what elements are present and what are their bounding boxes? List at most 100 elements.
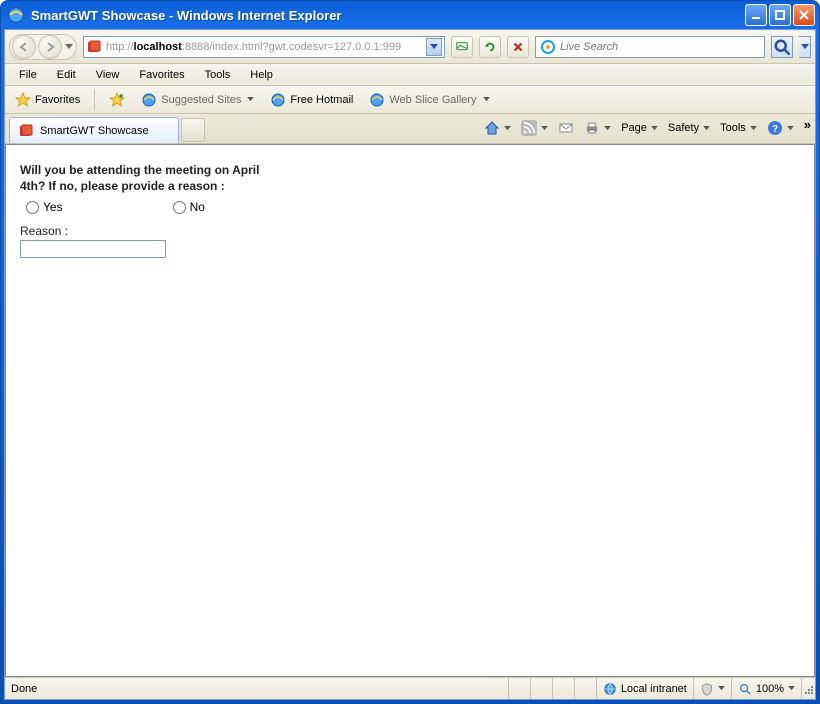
titlebar: SmartGWT Showcase - Windows Internet Exp… (1, 1, 819, 29)
site-favicon-icon (86, 39, 102, 55)
star-plus-icon (109, 92, 125, 108)
radio-yes[interactable]: Yes (26, 200, 63, 214)
shield-icon (700, 682, 714, 696)
favorites-button[interactable]: Favorites (9, 90, 86, 110)
menu-bar: File Edit View Favorites Tools Help (5, 64, 815, 86)
menu-help[interactable]: Help (240, 67, 283, 83)
tab-favicon-icon (18, 123, 34, 139)
safety-menu[interactable]: Safety (664, 120, 714, 136)
help-icon: ? (767, 120, 783, 136)
chevron-down-icon (504, 126, 511, 131)
zoom-value: 100% (756, 683, 784, 695)
close-button[interactable] (793, 4, 815, 26)
ie-page-icon (141, 92, 157, 108)
search-dropdown[interactable] (799, 36, 811, 58)
page-menu-label: Page (621, 122, 647, 134)
home-button[interactable] (480, 118, 515, 138)
status-bar: Done Local intranet 100% (5, 677, 815, 699)
radio-no[interactable]: No (173, 200, 205, 214)
address-bar[interactable]: http://localhost:8888/index.html?gwt.cod… (83, 36, 445, 58)
address-url: http://localhost:8888/index.html?gwt.cod… (106, 41, 424, 53)
menu-favorites[interactable]: Favorites (129, 67, 194, 83)
read-mail-button[interactable] (554, 118, 578, 138)
browser-window: SmartGWT Showcase - Windows Internet Exp… (0, 0, 820, 704)
chevron-down-icon (703, 126, 710, 131)
minimize-button[interactable] (745, 4, 767, 26)
web-slice-link[interactable]: Web Slice Gallery (363, 90, 495, 110)
chevron-down-icon (604, 126, 611, 131)
forward-button[interactable] (38, 35, 62, 59)
tools-menu[interactable]: Tools (716, 120, 761, 136)
page-menu[interactable]: Page (617, 120, 662, 136)
search-placeholder: Live Search (560, 41, 618, 53)
bing-icon (540, 39, 556, 55)
reason-input[interactable] (20, 240, 166, 258)
suggested-sites-label: Suggested Sites (161, 94, 241, 106)
security-zone[interactable]: Local intranet (596, 678, 693, 699)
form-question: Will you be attending the meeting on Apr… (20, 163, 270, 194)
search-box[interactable]: Live Search (535, 36, 765, 58)
search-go-button[interactable] (771, 36, 793, 58)
svg-text:?: ? (772, 124, 778, 135)
compat-view-button[interactable] (451, 36, 473, 58)
home-icon (484, 120, 500, 136)
page-content: Will you be attending the meeting on Apr… (5, 144, 815, 677)
command-overflow-button[interactable]: » (804, 115, 811, 132)
chevron-down-icon (541, 126, 548, 131)
chevron-down-icon (750, 126, 757, 131)
maximize-button[interactable] (769, 4, 791, 26)
print-icon (584, 120, 600, 136)
rss-icon (521, 120, 537, 136)
menu-tools[interactable]: Tools (195, 67, 241, 83)
radio-yes-label: Yes (43, 200, 63, 214)
ie-page-icon (369, 92, 385, 108)
safety-menu-label: Safety (668, 122, 699, 134)
window-title: SmartGWT Showcase - Windows Internet Exp… (31, 8, 745, 23)
free-hotmail-link[interactable]: Free Hotmail (264, 90, 359, 110)
menu-edit[interactable]: Edit (47, 67, 86, 83)
status-text: Done (5, 683, 508, 695)
chevron-down-icon (718, 686, 725, 691)
reason-label: Reason : (20, 224, 800, 238)
menu-view[interactable]: View (86, 67, 130, 83)
nav-arrows (9, 34, 77, 60)
radio-no-input[interactable] (173, 201, 186, 214)
radio-no-label: No (190, 200, 205, 214)
separator (94, 90, 95, 110)
ie-page-icon (270, 92, 286, 108)
add-favorite-button[interactable] (103, 90, 131, 110)
resize-grip[interactable] (801, 678, 815, 699)
favorites-bar: Favorites Suggested Sites Free Hotmail (5, 86, 815, 114)
tab-row: SmartGWT Showcase (5, 114, 815, 144)
chevron-down-icon (787, 126, 794, 131)
help-button[interactable]: ? (763, 118, 798, 138)
feeds-button[interactable] (517, 118, 552, 138)
web-slice-label: Web Slice Gallery (389, 94, 476, 106)
mail-icon (558, 120, 574, 136)
nav-history-dropdown[interactable] (63, 35, 75, 59)
print-button[interactable] (580, 118, 615, 138)
radio-yes-input[interactable] (26, 201, 39, 214)
status-empty (508, 678, 530, 699)
security-zone-label: Local intranet (621, 683, 687, 695)
menu-file[interactable]: File (9, 67, 47, 83)
protected-mode[interactable] (693, 678, 731, 699)
chevron-down-icon (651, 126, 658, 131)
zoom-icon (738, 682, 752, 696)
suggested-sites-link[interactable]: Suggested Sites (135, 90, 260, 110)
nav-row: http://localhost:8888/index.html?gwt.cod… (5, 30, 815, 64)
free-hotmail-label: Free Hotmail (290, 94, 353, 106)
chevron-down-icon (247, 97, 254, 102)
new-tab-button[interactable] (181, 118, 205, 142)
zoom-control[interactable]: 100% (731, 678, 801, 699)
back-button[interactable] (12, 35, 36, 59)
window-buttons (745, 4, 815, 26)
stop-button[interactable] (507, 36, 529, 58)
status-empty (530, 678, 552, 699)
chevron-down-icon (483, 97, 490, 102)
status-empty (574, 678, 596, 699)
address-dropdown[interactable] (426, 38, 442, 56)
refresh-button[interactable] (479, 36, 501, 58)
tab-active[interactable]: SmartGWT Showcase (9, 117, 179, 143)
browser-chrome: http://localhost:8888/index.html?gwt.cod… (4, 29, 816, 700)
